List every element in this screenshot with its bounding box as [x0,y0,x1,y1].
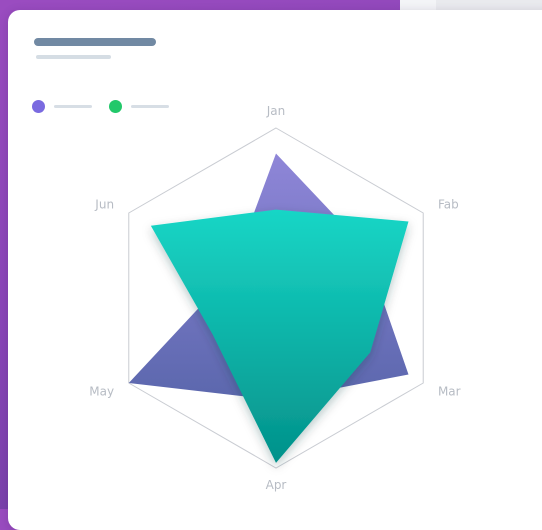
radar-chart: Jan Fab Mar Apr May Jun [89,104,461,492]
axis-label-mar: Mar [438,385,461,399]
axis-label-may: May [89,385,114,399]
axis-label-jan: Jan [266,104,286,118]
axis-label-fab: Fab [438,198,459,212]
axis-label-apr: Apr [266,478,287,492]
radar-series [128,153,409,463]
axis-label-jun: Jun [94,198,114,212]
